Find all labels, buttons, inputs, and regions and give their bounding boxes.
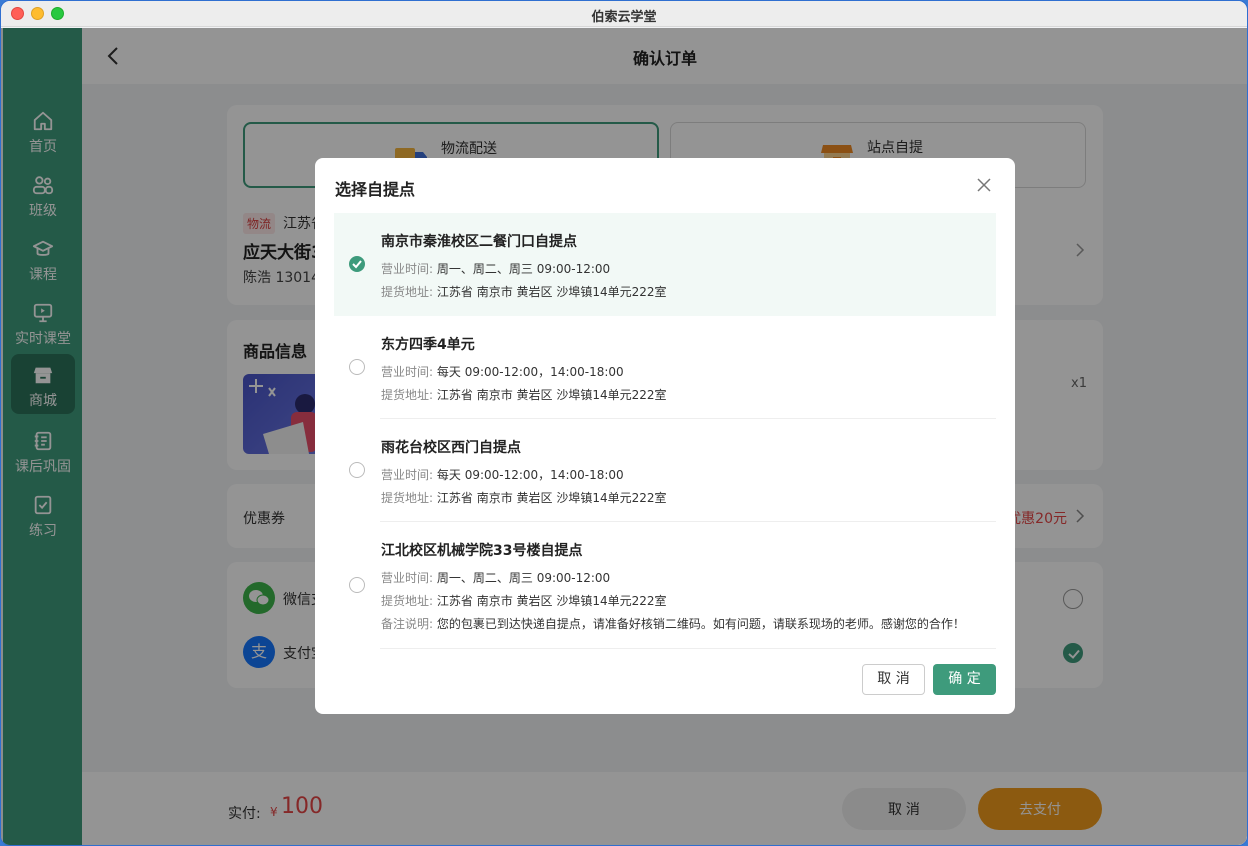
address-value: 江苏省 南京市 黄岩区 沙埠镇14单元222室 <box>436 594 667 608</box>
close-icon[interactable] <box>975 176 993 194</box>
dialog-confirm-button[interactable]: 确 定 <box>933 664 996 695</box>
address-value: 江苏省 南京市 黄岩区 沙埠镇14单元222室 <box>436 285 667 299</box>
pickup-note: 备注说明: 您的包裹已到达快递自提点，请准备好核销二维码。如有问题，请联系现场的… <box>381 615 965 632</box>
pickup-point-name: 雨花台校区西门自提点 <box>381 440 521 456</box>
address-label: 提货地址: <box>381 594 434 608</box>
dialog-cancel-button[interactable]: 取 消 <box>862 664 925 695</box>
pickup-point-item[interactable]: 雨花台校区西门自提点 营业时间: 每天 09:00-12:00，14:00-18… <box>334 419 996 522</box>
pickup-address: 提货地址: 江苏省 南京市 黄岩区 沙埠镇14单元222室 <box>381 283 667 300</box>
pickup-address: 提货地址: 江苏省 南京市 黄岩区 沙埠镇14单元222室 <box>381 489 667 506</box>
radio-unchecked-icon[interactable] <box>349 462 365 478</box>
window-title: 伯索云学堂 <box>591 10 657 25</box>
pickup-hours: 营业时间: 周一、周二、周三 09:00-12:00 <box>381 260 610 277</box>
radio-checked-icon[interactable] <box>349 256 365 272</box>
hours-label: 营业时间: <box>381 468 434 482</box>
pickup-point-dialog: 选择自提点 南京市秦淮校区二餐门口自提点 营业时间: 周一、周二、周三 09:0… <box>315 158 1015 714</box>
hours-value: 每天 09:00-12:00，14:00-18:00 <box>436 468 624 482</box>
title-bar: 伯索云学堂 <box>1 1 1247 27</box>
hours-label: 营业时间: <box>381 365 434 379</box>
radio-unchecked-icon[interactable] <box>349 359 365 375</box>
address-value: 江苏省 南京市 黄岩区 沙埠镇14单元222室 <box>436 388 667 402</box>
hours-label: 营业时间: <box>381 571 434 585</box>
hours-label: 营业时间: <box>381 262 434 276</box>
dialog-title: 选择自提点 <box>335 180 416 199</box>
note-value: 您的包裹已到达快递自提点，请准备好核销二维码。如有问题，请联系现场的老师。感谢您… <box>436 617 965 631</box>
pickup-point-name: 南京市秦淮校区二餐门口自提点 <box>381 234 577 250</box>
hours-value: 每天 09:00-12:00，14:00-18:00 <box>436 365 624 379</box>
pickup-point-name: 东方四季4单元 <box>381 337 475 353</box>
pickup-address: 提货地址: 江苏省 南京市 黄岩区 沙埠镇14单元222室 <box>381 592 667 609</box>
pickup-point-item[interactable]: 江北校区机械学院33号楼自提点 营业时间: 周一、周二、周三 09:00-12:… <box>334 522 996 649</box>
pickup-point-name: 江北校区机械学院33号楼自提点 <box>381 543 583 559</box>
address-value: 江苏省 南京市 黄岩区 沙埠镇14单元222室 <box>436 491 667 505</box>
pickup-address: 提货地址: 江苏省 南京市 黄岩区 沙埠镇14单元222室 <box>381 386 667 403</box>
address-label: 提货地址: <box>381 285 434 299</box>
pickup-point-item[interactable]: 东方四季4单元 营业时间: 每天 09:00-12:00，14:00-18:00… <box>334 316 996 419</box>
hours-value: 周一、周二、周三 09:00-12:00 <box>436 262 611 276</box>
app-window: 伯索云学堂 首页 班级 课程 实时课堂 商城 课后巩固 练习 确认订单 物流配送… <box>0 0 1248 846</box>
note-label: 备注说明: <box>381 617 434 631</box>
pickup-point-item[interactable]: 南京市秦淮校区二餐门口自提点 营业时间: 周一、周二、周三 09:00-12:0… <box>334 213 996 316</box>
radio-unchecked-icon[interactable] <box>349 577 365 593</box>
pickup-hours: 营业时间: 每天 09:00-12:00，14:00-18:00 <box>381 363 624 380</box>
address-label: 提货地址: <box>381 388 434 402</box>
pickup-hours: 营业时间: 周一、周二、周三 09:00-12:00 <box>381 569 610 586</box>
address-label: 提货地址: <box>381 491 434 505</box>
pickup-hours: 营业时间: 每天 09:00-12:00，14:00-18:00 <box>381 466 624 483</box>
hours-value: 周一、周二、周三 09:00-12:00 <box>436 571 611 585</box>
divider <box>380 648 996 649</box>
